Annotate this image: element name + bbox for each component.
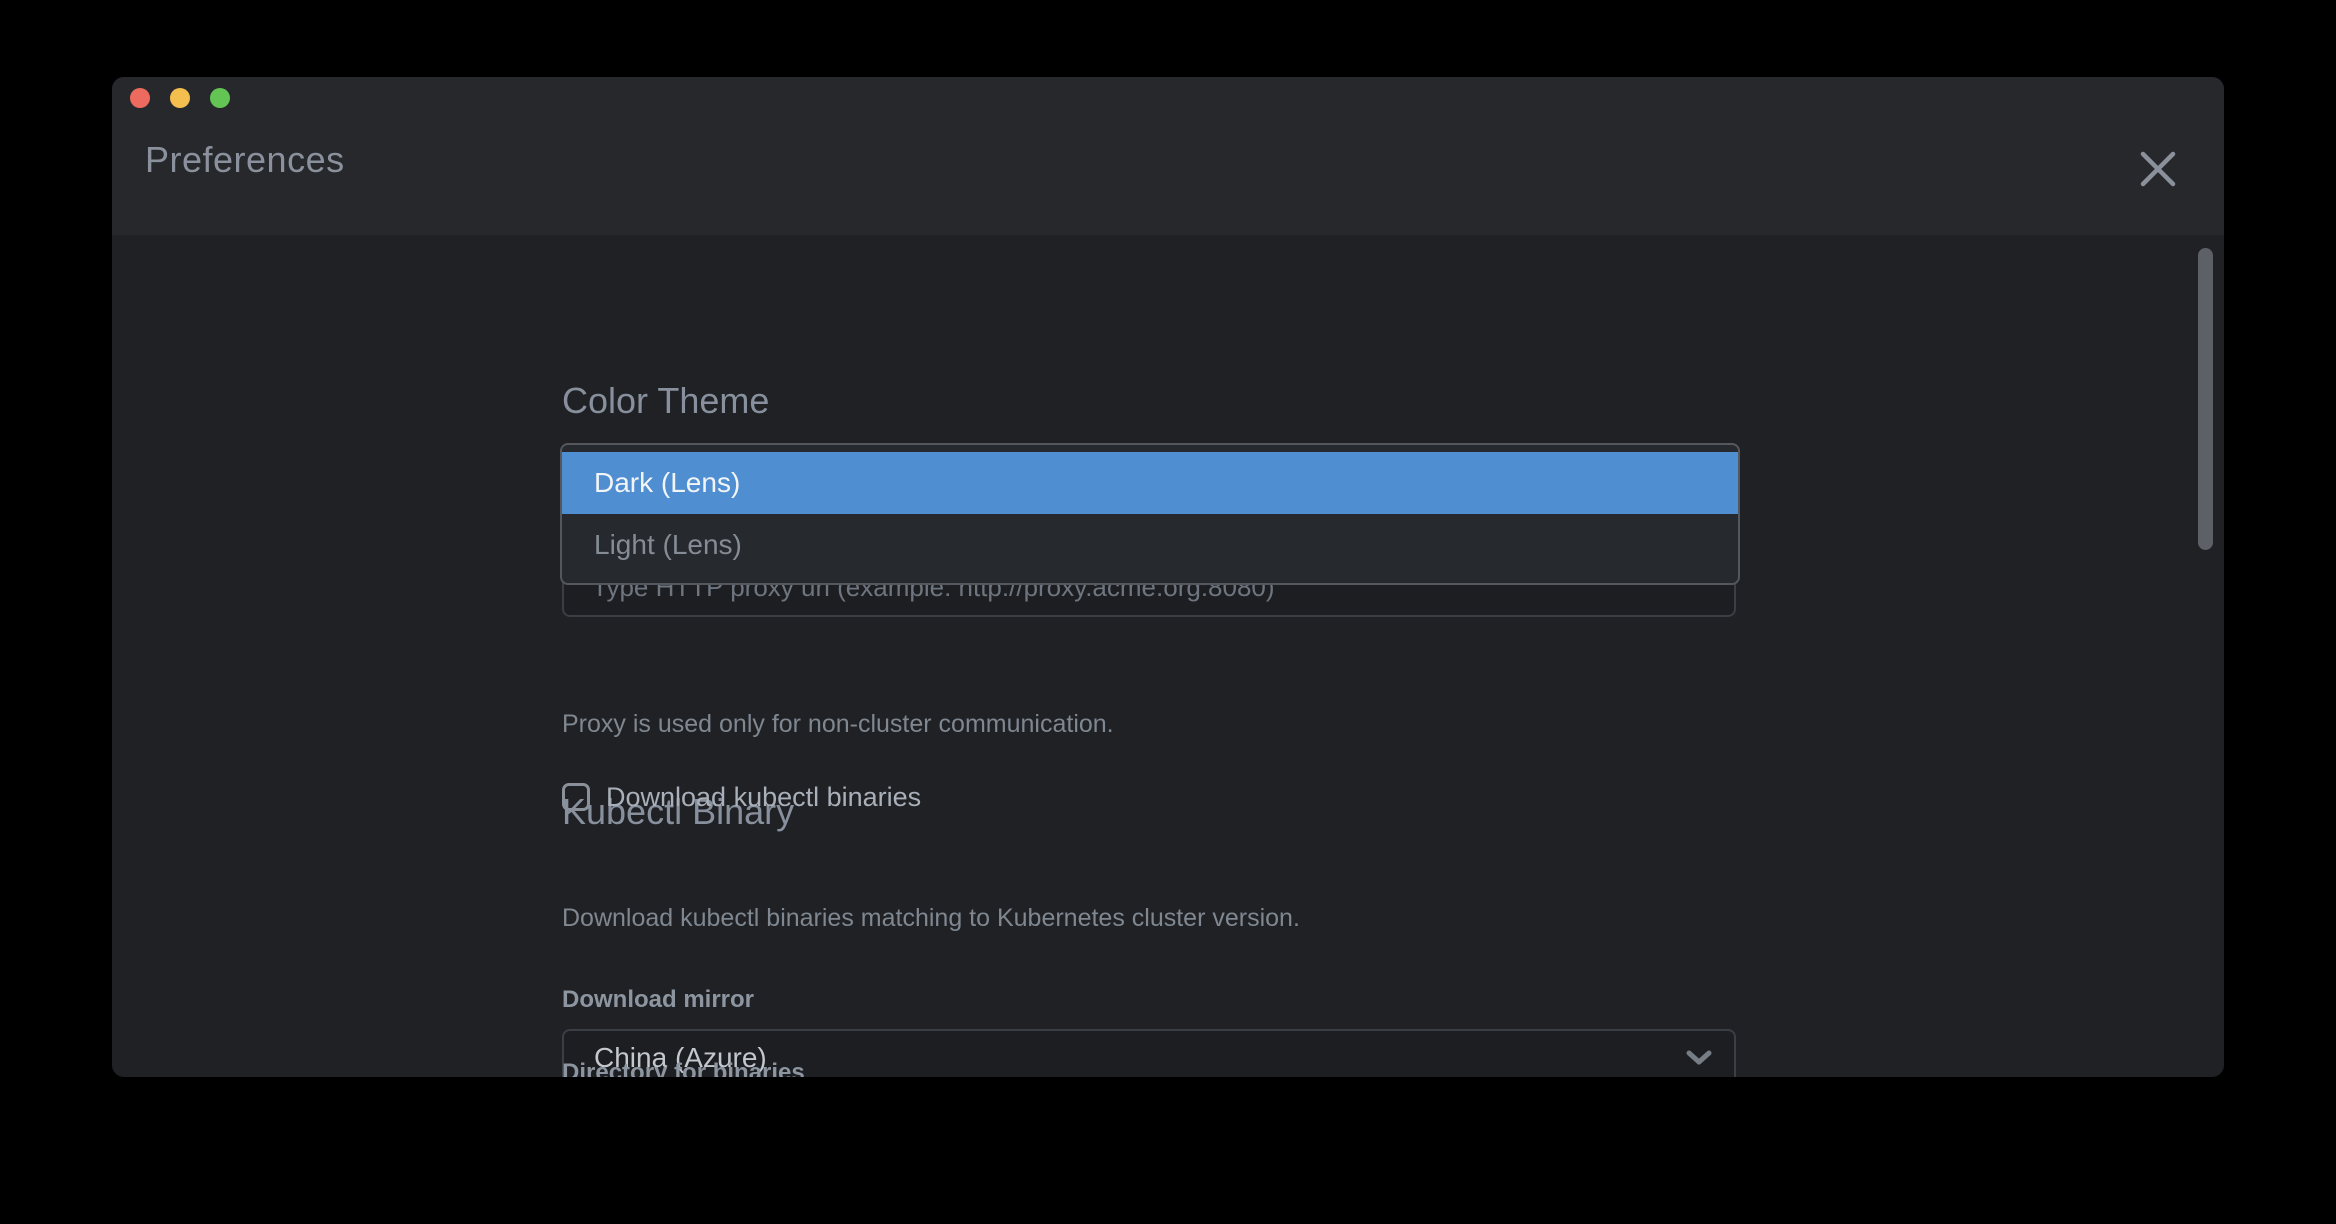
close-button[interactable] (2134, 145, 2182, 193)
download-kubectl-checkbox[interactable] (562, 783, 590, 811)
preferences-window: Preferences Color Theme Dark (Lens) Dark… (112, 77, 2224, 1077)
traffic-light-zoom-icon[interactable] (210, 88, 230, 108)
traffic-light-close-icon[interactable] (130, 88, 150, 108)
download-kubectl-label: Download kubectl binaries (606, 782, 921, 813)
color-theme-dropdown: Dark (Lens) Light (Lens) (560, 443, 1740, 585)
color-theme-heading: Color Theme (562, 380, 769, 422)
download-kubectl-row: Download kubectl binaries (562, 781, 921, 813)
scrollbar-thumb[interactable] (2198, 248, 2213, 550)
desktop-background: Preferences Color Theme Dark (Lens) Dark… (0, 0, 2336, 1224)
titlebar[interactable]: Preferences (112, 77, 2224, 235)
dropdown-option-dark[interactable]: Dark (Lens) (562, 452, 1738, 514)
proxy-helper-text: Proxy is used only for non-cluster commu… (562, 710, 1114, 739)
traffic-light-minimize-icon[interactable] (170, 88, 190, 108)
dropdown-option-light[interactable]: Light (Lens) (562, 514, 1738, 576)
directory-for-binaries-label: Directory for binaries (562, 1059, 805, 1077)
kubectl-helper-text: Download kubectl binaries matching to Ku… (562, 904, 1300, 933)
download-mirror-label: Download mirror (562, 986, 754, 1014)
close-icon (2137, 149, 2179, 189)
page-title: Preferences (145, 139, 345, 181)
chevron-down-icon (1686, 1050, 1712, 1066)
